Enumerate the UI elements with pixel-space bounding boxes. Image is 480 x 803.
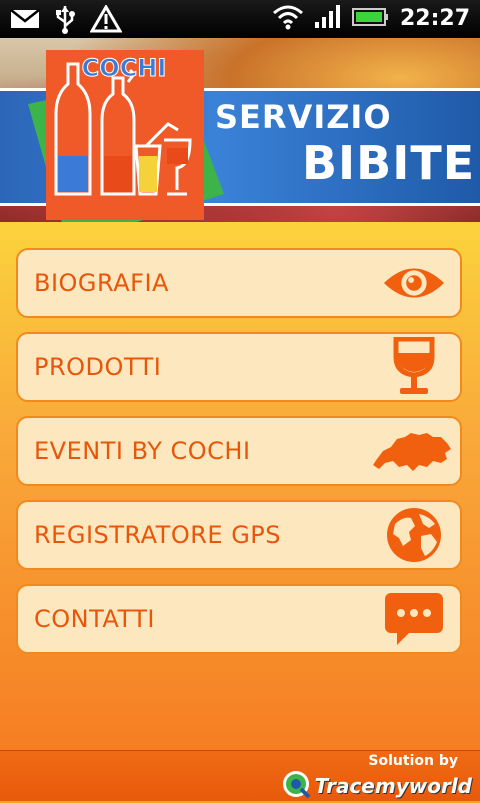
switzerland-map-icon <box>370 421 454 481</box>
title-servizio: SERVIZIO <box>215 98 392 136</box>
menu-label-contatti: CONTATTI <box>34 605 155 633</box>
usb-icon <box>54 4 76 38</box>
logo-text: COCHI <box>82 54 167 82</box>
menu-label-prodotti: PRODOTTI <box>34 353 162 381</box>
tracemyworld-icon <box>281 769 311 803</box>
eye-icon <box>382 253 446 313</box>
wifi-icon <box>272 4 304 34</box>
menu-item-eventi[interactable]: EVENTI BY COCHI <box>16 416 462 486</box>
wine-glass-icon <box>382 337 446 397</box>
menu-item-contatti[interactable]: CONTATTI <box>16 584 462 654</box>
menu-label-biografia: BIOGRAFIA <box>34 269 169 297</box>
tracemyworld-logo[interactable]: Tracemyworld <box>281 769 472 803</box>
mail-icon <box>10 7 40 35</box>
warning-icon <box>89 4 123 37</box>
title-bibite: BIBITE <box>302 136 476 190</box>
menu-item-prodotti[interactable]: PRODOTTI <box>16 332 462 402</box>
footer-credit: Solution by <box>368 753 458 769</box>
signal-icon <box>314 4 342 34</box>
footer-brand-name: Tracemyworld <box>314 774 472 798</box>
cochi-logo: COCHI <box>28 44 224 244</box>
menu-item-gps[interactable]: REGISTRATORE GPS <box>16 500 462 570</box>
chat-bubble-icon <box>382 589 446 649</box>
battery-icon <box>351 6 390 32</box>
status-time: 22:27 <box>399 6 470 31</box>
menu-label-gps: REGISTRATORE GPS <box>34 521 281 549</box>
status-bar: 22:27 <box>0 0 480 38</box>
globe-icon <box>382 505 446 565</box>
main-content: BIOGRAFIA PRODOTTI EVENTI BY COCHI REGIS… <box>0 222 480 750</box>
footer: Solution by Tracemyworld <box>0 750 480 801</box>
menu-item-biografia[interactable]: BIOGRAFIA <box>16 248 462 318</box>
menu-label-eventi: EVENTI BY COCHI <box>34 437 251 465</box>
